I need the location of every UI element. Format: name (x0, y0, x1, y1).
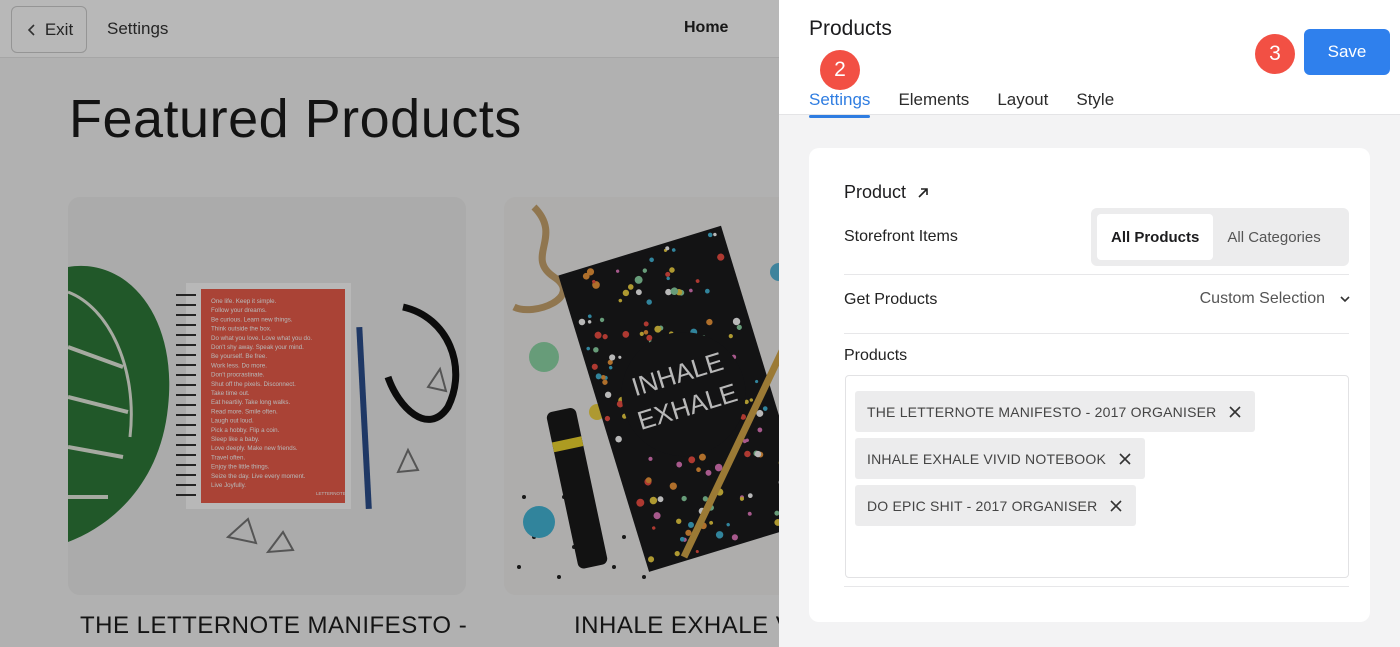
editor-topbar: Exit Settings Home (0, 0, 779, 58)
notebook-text-line: Work less. Do more. (211, 362, 267, 369)
notebook-text-line: Don't procrastinate. (211, 372, 265, 379)
divider (844, 333, 1349, 334)
tab-elements[interactable]: Elements (898, 90, 969, 116)
panel-header: Products Settings Elements Layout Style … (779, 0, 1400, 118)
notebook-text-line: Pick a hobby. Flip a coin. (211, 427, 280, 434)
product-tag: INHALE EXHALE VIVID NOTEBOOK (855, 438, 1145, 479)
product-tag-label: DO EPIC SHIT - 2017 ORGANISER (867, 497, 1098, 514)
get-products-value: Custom Selection (1199, 290, 1325, 307)
divider (844, 274, 1349, 275)
notebook-text-line: Don't shy away. Speak your mind. (211, 344, 304, 351)
divider (844, 586, 1349, 587)
storefront-items-toggle: All Products All Categories (1091, 208, 1349, 266)
product-tag: THE LETTERNOTE MANIFESTO - 2017 ORGANISE… (855, 391, 1256, 432)
notebook-text-line: Be yourself. Be free. (211, 353, 267, 360)
panel-title: Products (809, 17, 892, 40)
product-caption[interactable]: INHALE EXHALE V (574, 612, 779, 640)
product-image-letternote[interactable]: One life. Keep it simple. Follow your dre… (68, 197, 466, 595)
close-icon[interactable] (1109, 499, 1123, 513)
external-link-arrow-icon (918, 187, 928, 198)
step-badge-3: 3 (1255, 34, 1295, 74)
products-tag-input[interactable]: THE LETTERNOTE MANIFESTO - 2017 ORGANISE… (845, 375, 1349, 578)
tab-style[interactable]: Style (1076, 90, 1114, 116)
notebook-text-line: Be curious. Learn new things. (211, 316, 293, 323)
tab-settings[interactable]: Settings (809, 90, 871, 118)
notebook-text-line: Love deeply. Make new friends. (211, 445, 298, 452)
storefront-items-label: Storefront Items (844, 228, 958, 245)
notebook-text-line: Think outside the box. (211, 326, 272, 333)
product-section-label: Product (844, 182, 907, 202)
option-all-categories[interactable]: All Categories (1213, 214, 1334, 260)
notebook-text-line: Read more. Smile often. (211, 408, 278, 415)
notebook-text-line: Laugh out loud. (211, 418, 254, 425)
notebook-text-line: Shut off the pixels. Disconnect. (211, 381, 296, 388)
product-tag: DO EPIC SHIT - 2017 ORGANISER (855, 485, 1137, 526)
exit-label: Exit (44, 19, 74, 39)
notebook-text-line: Eat heartily. Take long walks. (211, 399, 290, 406)
exit-button[interactable]: Exit (11, 6, 87, 53)
notebook-text-line: Seize the day. Live every moment. (211, 473, 306, 480)
product-settings-card: Product Storefront Items All Products Al… (809, 148, 1370, 622)
notebook-text-line: Sleep like a baby. (211, 436, 260, 443)
notebook-text-line: Take time out. (211, 390, 250, 397)
notebook-text-line: Do what you love. Love what you do. (211, 335, 312, 342)
chevron-down-icon (1340, 296, 1350, 303)
product-image-inhale-exhale[interactable]: INHALE EXHALE (504, 197, 779, 595)
chevron-left-icon (27, 23, 35, 36)
svg-text:LETTERNOTE: LETTERNOTE (316, 491, 346, 496)
notebook-text-line: Enjoy the little things. (211, 464, 270, 471)
panel-tabs: Settings Elements Layout Style (809, 90, 1114, 118)
option-all-products[interactable]: All Products (1097, 214, 1214, 260)
notebook-text-line: Travel often. (211, 454, 245, 461)
notebook-text-line: Live Joyfully. (211, 482, 246, 489)
product-tag-label: INHALE EXHALE VIVID NOTEBOOK (867, 450, 1106, 467)
products-settings-panel: Products Settings Elements Layout Style … (779, 0, 1400, 647)
notebook-text-line: Follow your dreams. (211, 307, 267, 314)
get-products-select[interactable]: Custom Selection (1179, 290, 1351, 308)
product-tag-label: THE LETTERNOTE MANIFESTO - 2017 ORGANISE… (867, 403, 1217, 420)
home-link[interactable]: Home (684, 19, 728, 37)
close-icon[interactable] (1118, 452, 1132, 466)
settings-link[interactable]: Settings (107, 19, 168, 39)
notebook-text-line: One life. Keep it simple. (211, 298, 277, 305)
site-preview: Exit Settings Home Featured Products One… (0, 0, 779, 647)
tab-layout[interactable]: Layout (997, 90, 1048, 116)
product-caption[interactable]: THE LETTERNOTE MANIFESTO - (80, 612, 467, 640)
products-label: Products (844, 347, 908, 364)
save-button[interactable]: Save (1304, 29, 1390, 75)
featured-products-title: Featured Products (69, 89, 522, 149)
close-icon[interactable] (1228, 405, 1242, 419)
get-products-label: Get Products (844, 291, 938, 308)
product-section-title[interactable]: Product (844, 182, 930, 203)
step-badge-2: 2 (820, 50, 860, 90)
